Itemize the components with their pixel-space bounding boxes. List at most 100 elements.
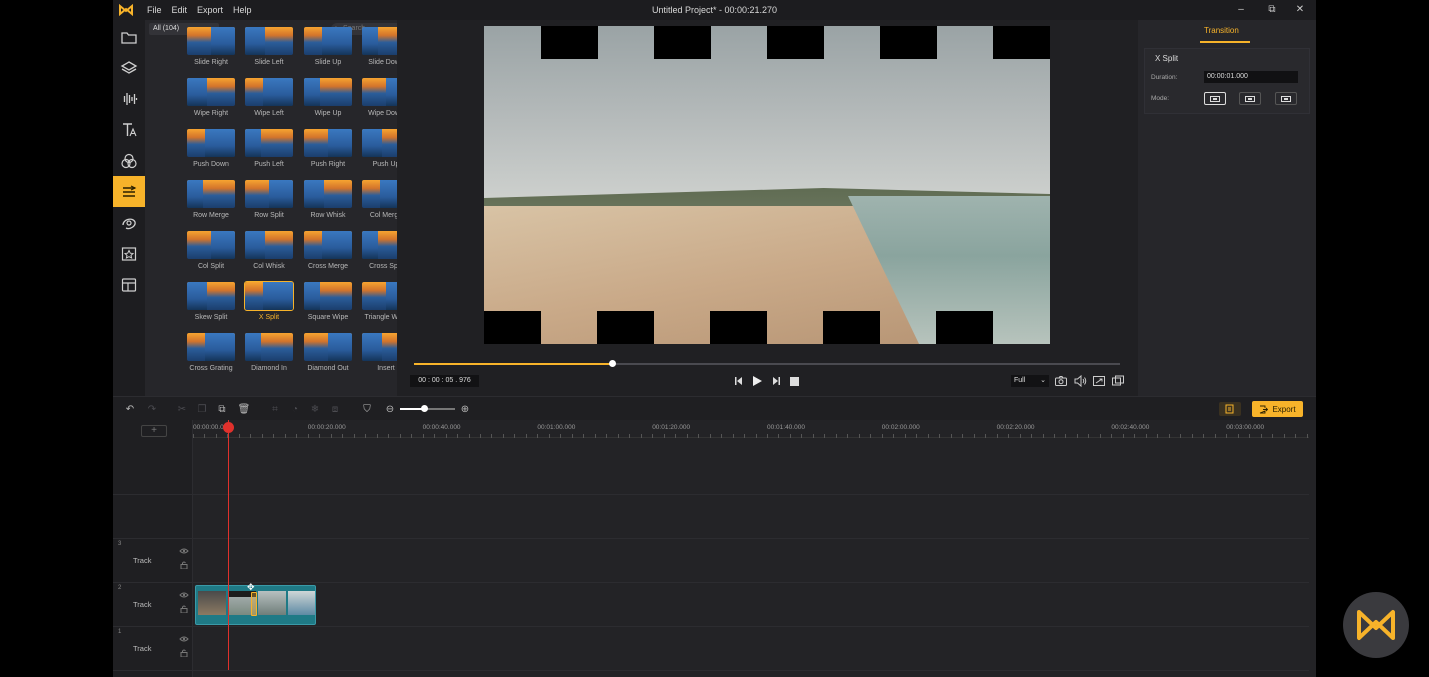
play-icon[interactable]: [750, 374, 764, 388]
delete-icon[interactable]: 🗑: [237, 402, 251, 416]
window-title: Untitled Project* - 00:00:21.270: [651, 5, 778, 15]
export-icon: [1260, 405, 1269, 413]
tab-transition[interactable]: Transition: [1204, 26, 1239, 35]
transition-tile[interactable]: Wipe Right: [187, 78, 235, 122]
mode-button-3[interactable]: [1275, 92, 1297, 105]
volume-icon[interactable]: [1073, 374, 1087, 388]
stop-icon[interactable]: [787, 374, 801, 388]
transition-tile[interactable]: Slide Up: [304, 27, 352, 71]
lock-icon[interactable]: [179, 561, 189, 569]
undo-icon[interactable]: ↶: [123, 402, 137, 416]
audio-wave-icon[interactable]: [113, 83, 145, 114]
zoom-in-icon[interactable]: ⊕: [458, 402, 472, 416]
app-badge-icon[interactable]: [1343, 592, 1409, 658]
transition-label: Diamond In: [251, 365, 287, 372]
prev-frame-icon[interactable]: [732, 374, 746, 388]
transition-marker[interactable]: [251, 592, 257, 616]
thumbnail-overlay: [211, 27, 235, 55]
transition-label: Col Whisk: [253, 263, 285, 270]
playhead-line[interactable]: [228, 420, 229, 670]
add-track-button[interactable]: +: [141, 425, 167, 437]
ruler-label: 00:01:00.000: [537, 424, 576, 431]
transition-tile[interactable]: Slide Left: [245, 27, 293, 71]
empty-track-area: [113, 438, 1309, 495]
transition-tile[interactable]: Row Split: [245, 180, 293, 224]
export-button[interactable]: Export: [1252, 401, 1303, 417]
transition-block: [767, 26, 824, 59]
minimize-icon[interactable]: –: [1234, 3, 1248, 17]
seek-handle[interactable]: [608, 360, 616, 367]
thumbnail-overlay: [211, 231, 235, 259]
transition-thumbnail: [245, 180, 293, 208]
transition-tile[interactable]: Diamond In: [245, 333, 293, 377]
transition-tile[interactable]: Cross Merge: [304, 231, 352, 275]
track-number: 3: [118, 541, 122, 547]
media-folder-icon[interactable]: [113, 21, 145, 52]
overlay-icon[interactable]: [113, 207, 145, 238]
mode-button-1[interactable]: [1204, 92, 1226, 105]
elements-icon[interactable]: [113, 238, 145, 269]
eye-icon[interactable]: [179, 547, 189, 555]
close-icon[interactable]: ✕: [1293, 3, 1307, 17]
cut-icon[interactable]: ✂: [175, 402, 189, 416]
lock-icon[interactable]: [179, 649, 189, 657]
transition-tile[interactable]: Square Wipe: [304, 282, 352, 326]
transition-tile[interactable]: Push Right: [304, 129, 352, 173]
restore-icon[interactable]: ⧉: [1265, 3, 1279, 17]
transition-library: All (104) ⌄ ⌕ Search Slide RightSlide Le…: [145, 20, 425, 396]
transition-tile[interactable]: Wipe Left: [245, 78, 293, 122]
speed-icon[interactable]: ◔: [288, 402, 302, 416]
transition-tile[interactable]: Row Merge: [187, 180, 235, 224]
preview-frame: [484, 26, 1050, 344]
transition-tile[interactable]: Slide Right: [187, 27, 235, 71]
freeze-icon[interactable]: ❄: [308, 402, 322, 416]
eye-icon[interactable]: [179, 591, 189, 599]
filters-icon[interactable]: [113, 145, 145, 176]
transition-tile[interactable]: Col Split: [187, 231, 235, 275]
next-frame-icon[interactable]: [769, 374, 783, 388]
transition-tile[interactable]: Wipe Up: [304, 78, 352, 122]
snapshot-icon[interactable]: [1054, 374, 1068, 388]
transition-label: Square Wipe: [307, 314, 349, 321]
transition-block: [484, 311, 541, 344]
crop-icon[interactable]: ⌗: [268, 402, 282, 416]
text-icon[interactable]: [113, 114, 145, 145]
transition-tile[interactable]: X Split: [244, 281, 294, 326]
render-preview-button[interactable]: [1219, 402, 1241, 416]
transition-tile[interactable]: Cross Grating: [187, 333, 235, 377]
detach-preview-icon[interactable]: [1111, 374, 1125, 388]
copy-icon[interactable]: ❐: [195, 402, 209, 416]
transition-tile[interactable]: Col Whisk: [245, 231, 293, 275]
transition-tile[interactable]: Push Left: [245, 129, 293, 173]
transition-thumbnail: [187, 333, 235, 361]
transition-thumbnail: [304, 333, 352, 361]
transition-tile[interactable]: Push Down: [187, 129, 235, 173]
duration-field[interactable]: 00:00:01.000: [1204, 71, 1298, 83]
transition-label: Row Whisk: [310, 212, 346, 219]
transitions-icon[interactable]: [113, 176, 145, 207]
split-icon[interactable]: ⧈: [328, 402, 342, 416]
transition-thumbnail: [245, 27, 293, 55]
layers-icon[interactable]: [113, 52, 145, 83]
ruler-label: 00:01:40.000: [767, 424, 805, 431]
transition-thumbnail: [304, 180, 352, 208]
transition-tile[interactable]: Diamond Out: [304, 333, 352, 377]
mode-button-2[interactable]: [1239, 92, 1261, 105]
transition-thumbnail: [304, 27, 352, 55]
duplicate-icon[interactable]: ⧉: [215, 402, 229, 416]
transition-tile[interactable]: Skew Split: [187, 282, 235, 326]
fullscreen-icon[interactable]: [1092, 374, 1106, 388]
time-ruler[interactable]: 00:00:00.000 00:00:20.000 00:00:40.000 00:0…: [193, 420, 1309, 438]
eye-icon[interactable]: [179, 635, 189, 643]
track-row: 1 Track: [113, 627, 1309, 671]
playhead-handle[interactable]: [223, 422, 234, 433]
zoom-slider-handle[interactable]: [421, 405, 428, 412]
lock-icon[interactable]: [179, 605, 189, 613]
marker-icon[interactable]: ⛉: [360, 402, 374, 416]
zoom-out-icon[interactable]: ⊖: [383, 402, 397, 416]
quality-dropdown[interactable]: Full ⌄: [1011, 375, 1049, 387]
templates-icon[interactable]: [113, 269, 145, 300]
transition-tile[interactable]: Row Whisk: [304, 180, 352, 224]
clip-thumbnail: [198, 591, 226, 615]
redo-icon[interactable]: ↷: [145, 402, 159, 416]
